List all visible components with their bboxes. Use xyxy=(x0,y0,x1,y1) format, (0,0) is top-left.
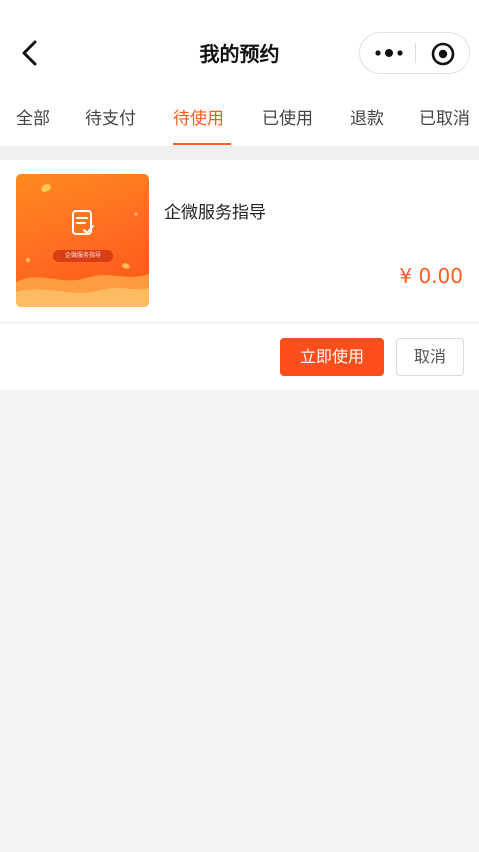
tab-pending-payment[interactable]: 待支付 xyxy=(85,104,136,129)
top-nav-bar: 我的预约 xyxy=(0,0,479,96)
service-thumbnail: 企微服务指导 xyxy=(16,174,149,307)
target-circle-icon[interactable] xyxy=(430,41,456,67)
tab-cancelled[interactable]: 已取消 xyxy=(419,104,470,129)
mini-program-capsule xyxy=(359,32,470,74)
thumbnail-wave-decoration xyxy=(16,184,149,307)
section-gap xyxy=(0,146,479,160)
tab-used[interactable]: 已使用 xyxy=(262,104,313,129)
order-status-tabs: 全部 待支付 待使用 已使用 退款 已取消 xyxy=(0,96,479,146)
capsule-divider xyxy=(415,43,416,63)
tab-all[interactable]: 全部 xyxy=(16,104,50,129)
tab-refund[interactable]: 退款 xyxy=(350,104,384,129)
cancel-button[interactable]: 取消 xyxy=(396,338,464,376)
tab-to-use[interactable]: 待使用 xyxy=(173,104,224,129)
more-dots-icon[interactable] xyxy=(372,45,406,61)
service-title: 企微服务指导 xyxy=(164,203,266,223)
order-card[interactable]: 企微服务指导 企微服务指导 ¥ 0.00 立即使用 取消 xyxy=(0,160,479,390)
thumbnail-caption: 企微服务指导 xyxy=(53,250,113,262)
document-check-icon xyxy=(72,210,94,235)
active-tab-indicator xyxy=(173,143,231,145)
card-divider xyxy=(0,322,479,323)
use-now-button[interactable]: 立即使用 xyxy=(280,338,384,376)
service-price: ¥ 0.00 xyxy=(399,264,463,288)
